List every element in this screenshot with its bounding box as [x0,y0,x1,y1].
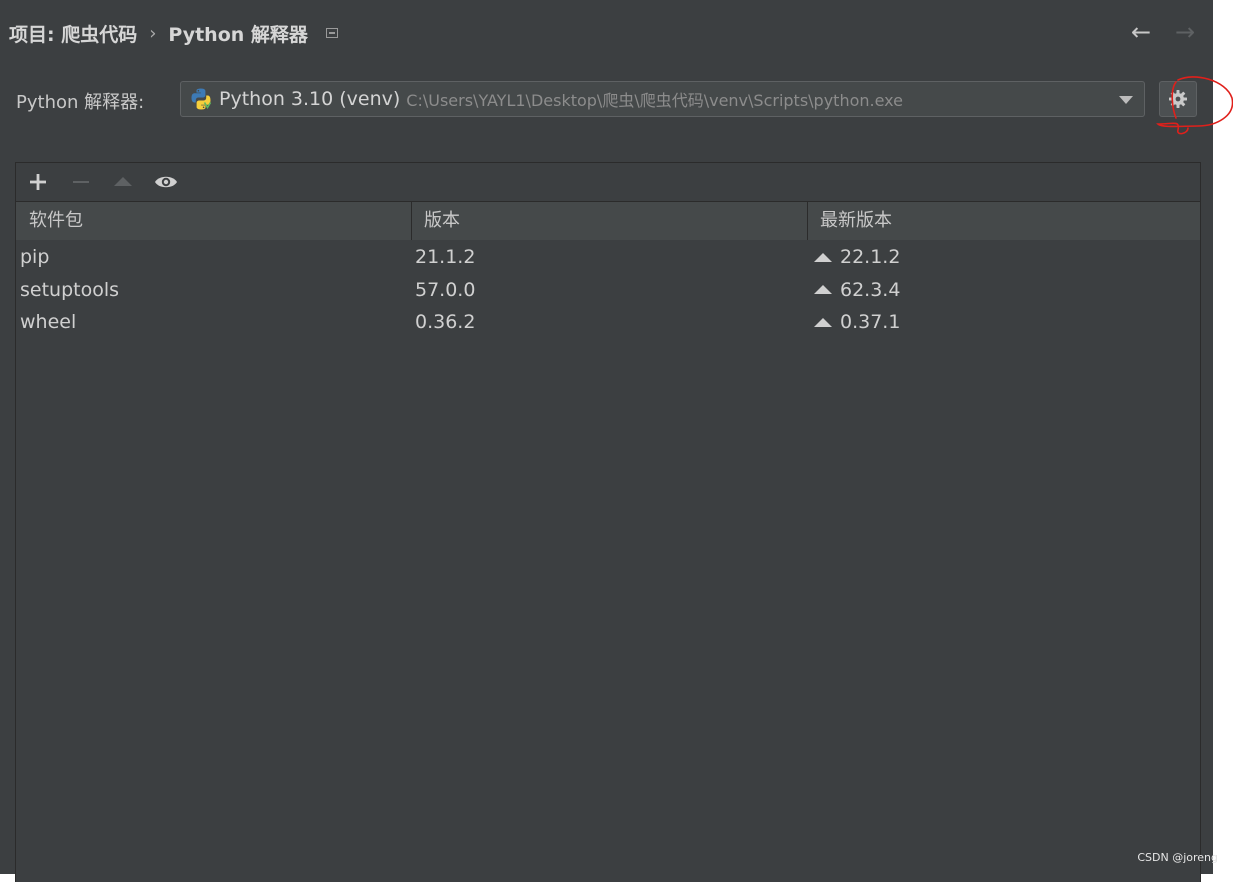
package-latest: 22.1.2 [814,241,900,274]
left-arrow-icon[interactable]: ← [1131,18,1151,46]
package-version: 57.0.0 [415,278,476,301]
breadcrumb-page-title: Python 解释器 [168,23,308,46]
settings-panel: 项目: 爬虫代码 › Python 解释器 ← → Python 解释器: Py… [0,0,1233,882]
table-row[interactable]: pip 21.1.2 22.1.2 [16,241,1200,274]
pin-icon[interactable] [325,28,338,38]
column-header-version[interactable]: 版本 [424,202,460,240]
latest-version: 62.3.4 [840,278,901,301]
column-divider[interactable] [411,202,412,240]
upgrade-triangle-icon [114,177,132,186]
breadcrumb-separator: › [149,22,157,44]
interpreter-path: C:\Users\YAYL1\Desktop\爬虫\爬虫代码\venv\Scri… [406,91,903,110]
package-table-body: pip 21.1.2 22.1.2 setuptools 57.0.0 62.3… [16,241,1200,339]
package-latest: 0.37.1 [814,306,900,339]
packages-toolbar [16,163,1200,202]
interpreter-settings-button[interactable] [1159,81,1197,117]
plus-icon [30,174,46,190]
table-header: 软件包 版本 最新版本 [16,202,1200,240]
remove-package-button[interactable] [67,170,95,194]
upgrade-package-button[interactable] [109,170,137,194]
package-latest: 62.3.4 [814,274,900,307]
show-early-releases-button[interactable] [152,170,180,194]
table-row[interactable]: wheel 0.36.2 0.37.1 [16,306,1200,339]
table-row[interactable]: setuptools 57.0.0 62.3.4 [16,274,1200,307]
add-package-button[interactable] [24,170,52,194]
column-header-package[interactable]: 软件包 [29,202,83,240]
python-logo-icon [191,88,212,110]
breadcrumb-project[interactable]: 项目: 爬虫代码 [9,20,137,47]
upgrade-available-icon [814,252,832,262]
latest-version: 22.1.2 [840,246,901,268]
package-version: 21.1.2 [415,246,476,268]
minus-icon [73,181,89,183]
upgrade-available-icon [814,285,832,295]
package-name: pip [20,246,50,268]
breadcrumb: 项目: 爬虫代码 › Python 解释器 [9,18,338,48]
interpreter-dropdown[interactable]: Python 3.10 (venv) C:\Users\YAYL1\Deskto… [180,81,1145,117]
interpreter-label: Python 解释器: [16,92,145,113]
upgrade-available-icon [814,317,832,327]
package-version: 0.36.2 [415,311,476,333]
packages-panel: 软件包 版本 最新版本 pip 21.1.2 22.1.2 setuptools… [15,162,1201,882]
chevron-down-icon[interactable] [1119,96,1133,104]
package-name: wheel [20,311,77,333]
interpreter-name: Python 3.10 (venv) [219,88,401,110]
package-name: setuptools [20,278,120,301]
watermark: CSDN @joreng [1137,851,1218,864]
latest-version: 0.37.1 [840,311,901,333]
column-divider[interactable] [807,202,808,240]
right-arrow-icon[interactable]: → [1175,18,1195,46]
column-header-latest[interactable]: 最新版本 [820,202,892,240]
eye-icon [155,176,177,188]
gear-icon [1169,90,1187,108]
